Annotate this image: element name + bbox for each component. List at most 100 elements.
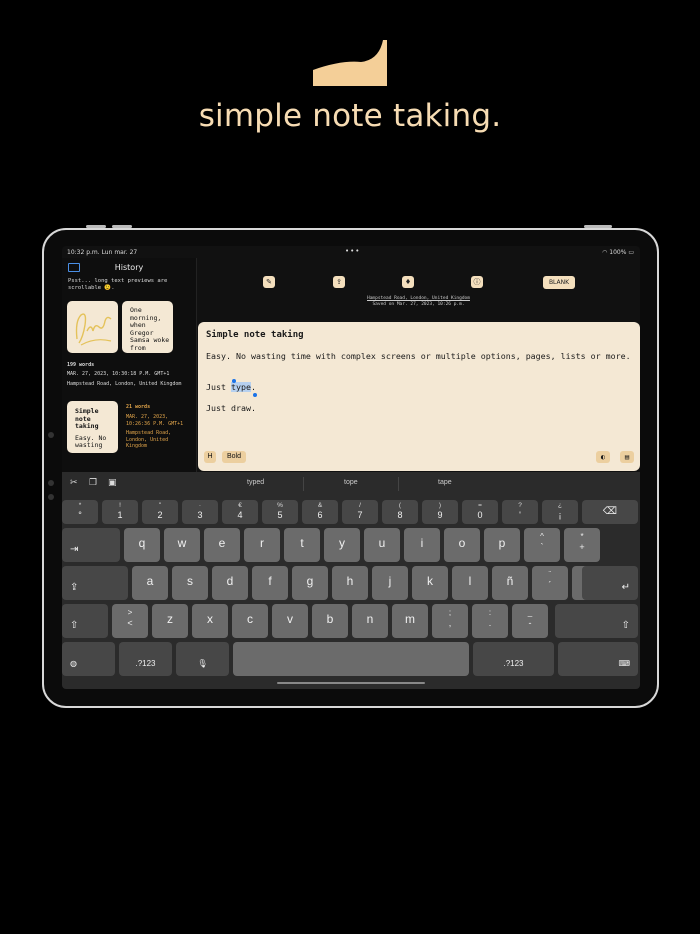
key-g[interactable]: g (292, 566, 328, 600)
home-indicator[interactable] (277, 682, 425, 684)
key-p[interactable]: p (484, 528, 520, 562)
key-num-5[interactable]: % 5 (262, 500, 298, 524)
status-time: 10:32 p.m. Lun mar. 27 (67, 249, 138, 256)
note-paragraph[interactable]: Just draw. (206, 403, 634, 414)
space-key[interactable] (233, 642, 469, 676)
numbers-key-right[interactable]: .?123 (473, 642, 554, 676)
key-punct-1[interactable]: :. (472, 604, 508, 638)
paste-icon[interactable]: ▣ (108, 478, 117, 488)
key-num-0[interactable]: * ° (62, 500, 98, 524)
key-d[interactable]: d (212, 566, 248, 600)
key-l[interactable]: l (452, 566, 488, 600)
key-num-12[interactable]: ¿ ¡ (542, 500, 578, 524)
key-v[interactable]: v (272, 604, 308, 638)
copy-icon[interactable]: ❐ (89, 478, 97, 488)
note-editor[interactable]: Simple note taking Easy. No wasting time… (198, 322, 640, 471)
key-o[interactable]: o (444, 528, 480, 562)
key-k[interactable]: k (412, 566, 448, 600)
key-i[interactable]: i (404, 528, 440, 562)
key-top-label: ^ (540, 532, 544, 541)
key-label: e (218, 536, 226, 550)
suggestion-2[interactable]: tope (344, 479, 358, 486)
key-m[interactable]: m (392, 604, 428, 638)
key-bottom-label: 4 (237, 510, 243, 520)
key-y[interactable]: y (324, 528, 360, 562)
shift-left-key[interactable]: ⇧ (62, 604, 108, 638)
selection-handle-start[interactable] (232, 379, 236, 383)
history-card-note[interactable]: Simple note taking Easy. No wasting (67, 401, 118, 453)
blank-button[interactable]: BLANK (543, 276, 575, 289)
key-num-3[interactable]: · 3 (182, 500, 218, 524)
key-t[interactable]: t (284, 528, 320, 562)
key-s[interactable]: s (172, 566, 208, 600)
numbers-key-left[interactable]: .?123 (119, 642, 172, 676)
key-punct-0[interactable]: ;, (432, 604, 468, 638)
note-title[interactable]: Simple note taking (206, 330, 304, 340)
suggestion-3[interactable]: tape (438, 479, 452, 486)
key-w[interactable]: w (164, 528, 200, 562)
key-num-10[interactable]: = 0 (462, 500, 498, 524)
card-location: Hampstead Road, London, United Kingdom (67, 381, 182, 387)
key-c[interactable]: c (232, 604, 268, 638)
info-icon[interactable]: ⓘ (471, 276, 483, 288)
key-n[interactable]: n (352, 604, 388, 638)
key-top-label: ! (119, 502, 121, 509)
key-u[interactable]: u (364, 528, 400, 562)
key-bottom-label: 0 (477, 510, 483, 520)
heading-button[interactable]: H (204, 451, 216, 463)
key-symbol-top-0[interactable]: ^ ` (524, 528, 560, 562)
card-text: Easy. No wasting (75, 433, 107, 449)
key-j[interactable]: j (372, 566, 408, 600)
key-num-7[interactable]: /7 (342, 500, 378, 524)
dictation-key[interactable]: 🎙 (176, 642, 229, 676)
note-paragraph[interactable]: Easy. No wasting time with complex scree… (206, 351, 634, 362)
history-card-text[interactable]: One morning, when Gregor Samsa woke from (122, 301, 173, 353)
key-num-11[interactable]: ? ' (502, 500, 538, 524)
key-ñ[interactable]: ñ (492, 566, 528, 600)
key-r[interactable]: r (244, 528, 280, 562)
scissors-icon[interactable]: ✂ (70, 478, 78, 488)
caps-lock-key[interactable]: ⇪ (62, 566, 128, 600)
history-card-drawing[interactable] (67, 301, 118, 353)
globe-key[interactable]: ◍ (62, 642, 115, 676)
suggestion-1[interactable]: typed (247, 479, 264, 486)
share-icon[interactable]: ⇪ (333, 276, 345, 288)
key-e[interactable]: e (204, 528, 240, 562)
key-angle-brackets[interactable]: > < (112, 604, 148, 638)
tab-key[interactable]: ⇥ (62, 528, 120, 562)
microphone-icon: 🎙 (197, 659, 208, 668)
note-paragraph[interactable]: Just type. (206, 382, 634, 393)
key-punct-2[interactable]: _ - (512, 604, 548, 638)
key-q[interactable]: q (124, 528, 160, 562)
note-saved: Saved on Mar. 27, 2023, 10:26 p.m. (372, 302, 465, 307)
key-h[interactable]: h (332, 566, 368, 600)
key-a[interactable]: a (132, 566, 168, 600)
key-b[interactable]: b (312, 604, 348, 638)
key-num-4[interactable]: €4 (222, 500, 258, 524)
selection-handle-end[interactable] (253, 393, 257, 397)
key-z[interactable]: z (152, 604, 188, 638)
flame-icon[interactable]: ♦ (402, 276, 414, 288)
key-bottom-label: ' (519, 510, 521, 520)
multitask-dots[interactable]: ••• (345, 247, 360, 255)
key-num-8[interactable]: (8 (382, 500, 418, 524)
delete-key[interactable]: ⌫ (582, 500, 638, 524)
key-symbol-top-1[interactable]: * + (564, 528, 600, 562)
key-x[interactable]: x (192, 604, 228, 638)
key-num-6[interactable]: & 6 (302, 500, 338, 524)
hide-keyboard-key[interactable]: ⌨ (558, 642, 638, 676)
keyboard-icon[interactable]: ▤ (620, 451, 634, 463)
return-key[interactable]: ↵ (582, 566, 638, 600)
bold-button[interactable]: Bold (222, 451, 246, 463)
sidebar-info: Psst... long text previews are scrollabl… (68, 278, 168, 291)
pen-icon[interactable]: ✎ (263, 276, 275, 288)
selected-text[interactable]: type (230, 382, 251, 392)
note-text: . (250, 382, 256, 392)
key-f[interactable]: f (252, 566, 288, 600)
key-num-9[interactable]: ) 9 (422, 500, 458, 524)
shift-right-key[interactable]: ⇧ (555, 604, 638, 638)
key-num-1[interactable]: ! 1 (102, 500, 138, 524)
key-diaeresis[interactable]: ¨ ´ (532, 566, 568, 600)
key-num-2[interactable]: " 2 (142, 500, 178, 524)
counter-icon[interactable]: ◐ (596, 451, 610, 463)
